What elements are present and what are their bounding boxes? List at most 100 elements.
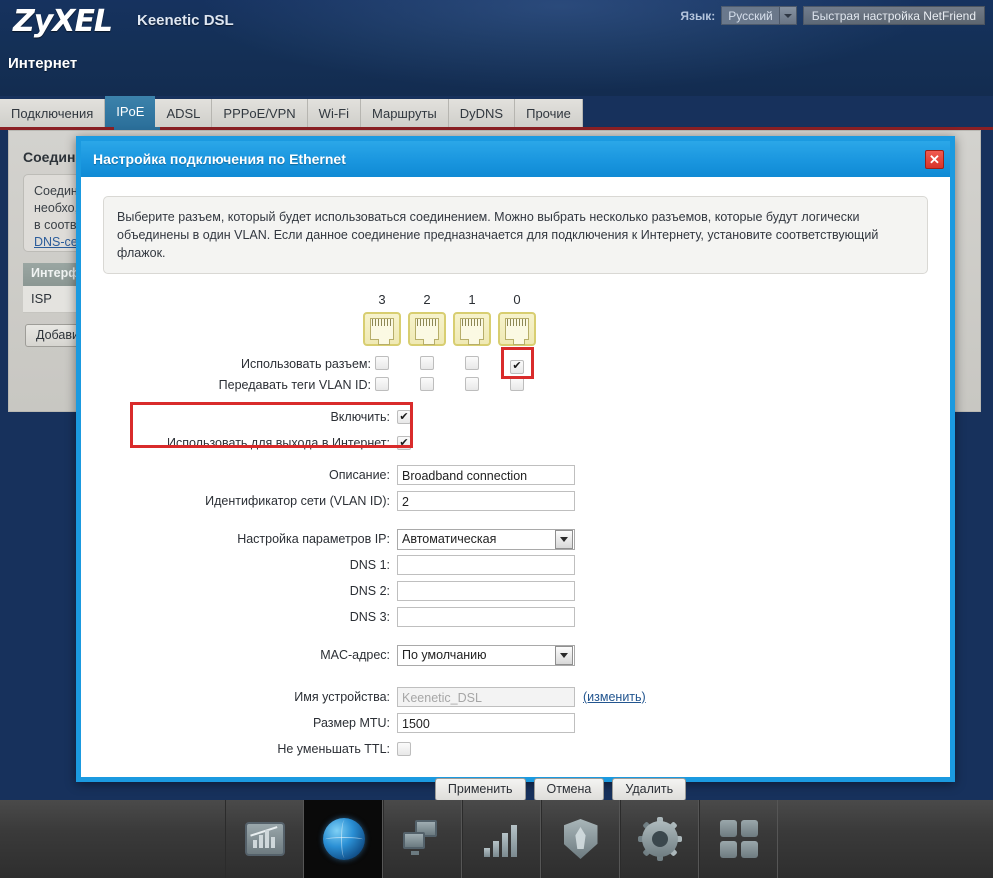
- taskbar-item-home-network[interactable]: [383, 800, 462, 878]
- zyxel-logo: ZyXEL: [13, 4, 113, 39]
- dialog-body: Выберите разъем, который будет использов…: [81, 177, 950, 801]
- mtu-row: Размер MTU: 1500: [99, 712, 932, 734]
- vlan-tag-checkbox-0[interactable]: [510, 377, 524, 396]
- device-model-label: Keenetic DSL: [137, 12, 234, 29]
- ttl-label: Не уменьшать TTL:: [277, 742, 390, 756]
- wifi-signal-icon: [480, 817, 524, 861]
- cancel-button[interactable]: Отмена: [533, 778, 605, 801]
- dns1-label: DNS 1:: [349, 558, 390, 572]
- tab-adsl[interactable]: ADSL: [155, 99, 213, 128]
- apply-button[interactable]: Применить: [434, 778, 526, 801]
- netfriend-quick-setup-button[interactable]: Быстрая настройка NetFriend: [802, 6, 985, 25]
- close-icon[interactable]: ✕: [925, 149, 944, 169]
- port-column-1: 1: [451, 292, 493, 346]
- dialog-button-row: Применить Отмена Удалить: [99, 778, 932, 801]
- dns2-row: DNS 2:: [99, 580, 932, 602]
- ethernet-connection-dialog: Настройка подключения по Ethernet ✕ Выбе…: [76, 136, 955, 801]
- mtu-input[interactable]: 1500: [397, 713, 575, 733]
- dialog-info-text: Выберите разъем, который будет использов…: [103, 196, 928, 274]
- dns3-label: DNS 3:: [349, 610, 390, 624]
- rj45-port-icon: [498, 312, 536, 346]
- vlan-tag-checkbox-1[interactable]: [465, 377, 479, 396]
- ttl-row: Не уменьшать TTL:: [99, 738, 932, 760]
- use-port-checkbox-3[interactable]: [375, 356, 389, 375]
- description-input[interactable]: Broadband connection: [397, 465, 575, 485]
- mac-address-row: MAC-адрес: По умолчанию: [99, 644, 932, 666]
- tab-ipoe[interactable]: IPoE: [105, 96, 156, 128]
- vlan-tag-row-label: Передавать теги VLAN ID:: [218, 378, 371, 392]
- tab-bar: Подключения IPoE ADSL PPPoE/VPN Wi-Fi Ма…: [0, 96, 993, 128]
- taskbar-item-firewall[interactable]: [541, 800, 620, 878]
- device-name-change-link[interactable]: (изменить): [583, 690, 646, 704]
- vlan-tag-checkbox-2[interactable]: [420, 377, 434, 396]
- vlan-id-input[interactable]: 2: [397, 491, 575, 511]
- description-row: Описание: Broadband connection: [99, 464, 932, 486]
- app-header: ZyXEL Keenetic DSL Язык: Русский Быстрая…: [0, 0, 993, 96]
- background-note-dns-link[interactable]: DNS-се: [34, 235, 78, 249]
- device-name-input: Keenetic_DSL: [397, 687, 575, 707]
- ip-settings-select[interactable]: Автоматическая: [397, 528, 575, 550]
- port-column-0: 0: [496, 292, 538, 346]
- bottom-taskbar: [0, 800, 993, 878]
- internet-row: Использовать для выхода в Интернет:: [99, 432, 932, 454]
- dns1-row: DNS 1:: [99, 554, 932, 576]
- system-settings-gear-icon: [637, 817, 682, 861]
- language-select[interactable]: Русский: [721, 6, 797, 25]
- zyxel-logo-text: ZyXEL: [13, 4, 113, 39]
- page-title: Интернет: [8, 55, 78, 72]
- taskbar-item-wifi[interactable]: [462, 800, 541, 878]
- rj45-port-icon: [363, 312, 401, 346]
- chevron-down-icon: [555, 645, 573, 665]
- language-label: Язык:: [680, 8, 716, 23]
- internet-label: Использовать для выхода в Интернет:: [166, 436, 390, 450]
- dns3-row: DNS 3:: [99, 606, 932, 628]
- mac-address-select[interactable]: По умолчанию: [397, 644, 575, 666]
- delete-button[interactable]: Удалить: [612, 778, 687, 801]
- ttl-checkbox[interactable]: [397, 742, 411, 756]
- port-number-0: 0: [513, 292, 521, 307]
- use-port-row-label: Использовать разъем:: [241, 357, 371, 371]
- dns1-input[interactable]: [397, 555, 575, 575]
- chevron-down-icon: [555, 529, 573, 549]
- home-network-icon: [401, 817, 445, 861]
- taskbar-item-internet[interactable]: [304, 800, 383, 878]
- description-label: Описание:: [329, 468, 390, 482]
- use-port-checkbox-0[interactable]: [510, 356, 524, 374]
- chevron-down-icon: [778, 7, 796, 24]
- port-number-2: 2: [423, 292, 431, 307]
- mac-address-label: MAC-адрес:: [320, 648, 390, 662]
- system-monitor-icon: [243, 817, 287, 861]
- taskbar-item-system-monitor[interactable]: [225, 800, 304, 878]
- tab-marshruty[interactable]: Маршруты: [361, 99, 449, 128]
- enable-label: Включить:: [330, 410, 390, 424]
- port-number-3: 3: [378, 292, 386, 307]
- connection-fields-section: Описание: Broadband connection Идентифик…: [99, 464, 932, 801]
- enable-checkbox[interactable]: [397, 410, 411, 424]
- tab-podklyucheniya[interactable]: Подключения: [0, 99, 106, 128]
- firewall-shield-icon: [559, 817, 603, 861]
- dns2-input[interactable]: [397, 581, 575, 601]
- taskbar-item-apps[interactable]: [699, 800, 778, 878]
- tab-prochie[interactable]: Прочие: [515, 99, 583, 128]
- vlan-tag-checkbox-3[interactable]: [375, 377, 389, 396]
- internet-globe-icon: [322, 817, 366, 861]
- taskbar-item-settings[interactable]: [620, 800, 699, 878]
- mtu-label: Размер MTU:: [313, 716, 390, 730]
- dns3-input[interactable]: [397, 607, 575, 627]
- use-port-checkbox-1[interactable]: [465, 356, 479, 375]
- mac-address-value: По умолчанию: [402, 648, 487, 662]
- tab-wifi[interactable]: Wi-Fi: [307, 99, 361, 128]
- ip-settings-row: Настройка параметров IP: Автоматическая: [99, 528, 932, 550]
- language-select-value: Русский: [728, 9, 773, 23]
- dns2-label: DNS 2:: [349, 584, 390, 598]
- device-name-label: Имя устройства:: [294, 690, 390, 704]
- rj45-port-icon: [408, 312, 446, 346]
- device-name-row: Имя устройства: Keenetic_DSL (изменить): [99, 686, 932, 708]
- language-area: Язык: Русский Быстрая настройка NetFrien…: [680, 6, 985, 25]
- tab-pppoe-vpn[interactable]: PPPoE/VPN: [212, 99, 308, 128]
- internet-checkbox[interactable]: [397, 436, 411, 450]
- use-port-checkbox-2[interactable]: [420, 356, 434, 375]
- port-selection-grid: Использовать разъем: Передавать теги VLA…: [99, 292, 932, 400]
- tab-dydns[interactable]: DyDNS: [448, 99, 516, 128]
- port-column-3: 3: [361, 292, 403, 346]
